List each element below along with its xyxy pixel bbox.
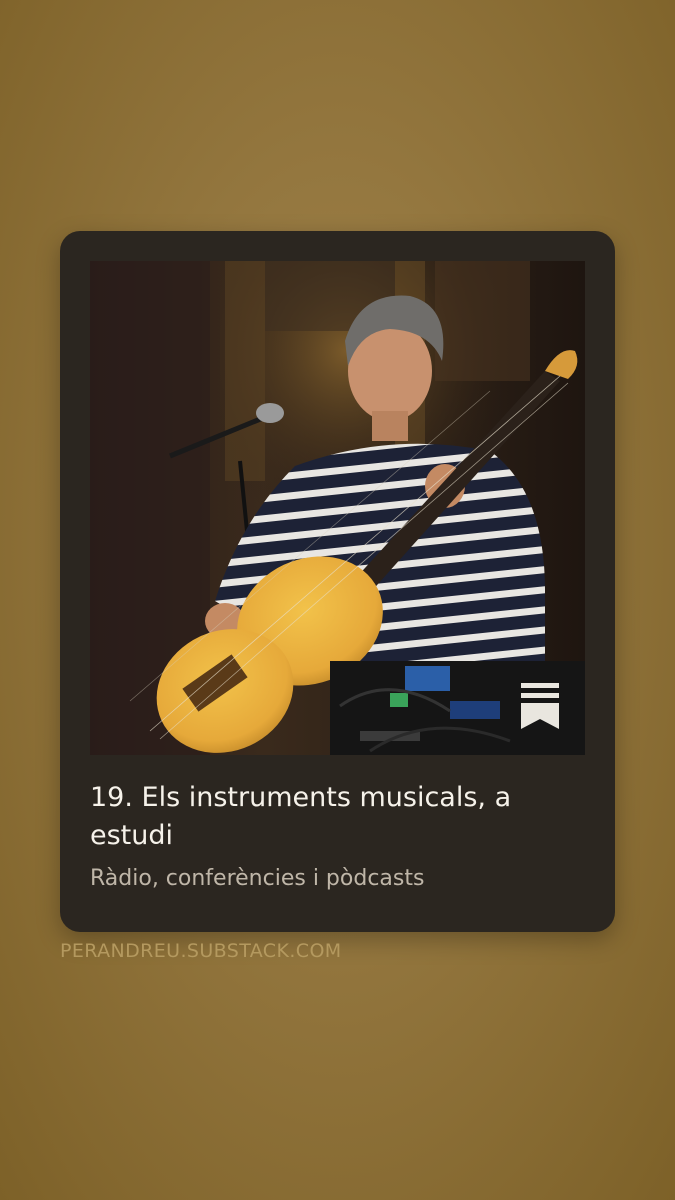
source-domain[interactable]: PERANDREU.SUBSTACK.COM xyxy=(60,938,342,964)
post-card[interactable]: 19. Els instruments musicals, a estudi R… xyxy=(60,231,615,932)
post-subtitle: Ràdio, conferències i pòdcasts xyxy=(90,866,425,891)
musician-photo xyxy=(90,261,585,755)
post-cover-image xyxy=(90,261,585,755)
post-title[interactable]: 19. Els instruments musicals, a estudi xyxy=(90,779,585,855)
substack-bookmark-icon xyxy=(521,683,559,729)
